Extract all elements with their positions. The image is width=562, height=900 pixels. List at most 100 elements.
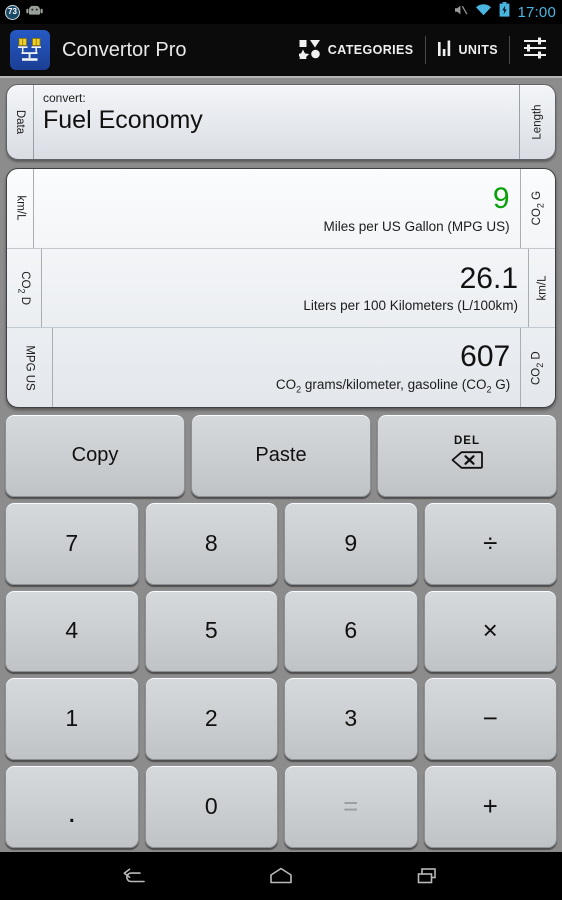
key-minus[interactable]: − [423,677,557,761]
page-title: Convertor Pro [62,38,187,61]
key-equals-label: = [343,791,359,822]
sliders-settings-icon [522,36,548,65]
copy-key[interactable]: Copy [5,414,185,497]
key-plus-label: + [482,791,498,822]
result-field[interactable]: 26.1 Liters per 100 Kilometers (L/100km) [40,248,529,328]
key-divide[interactable]: ÷ [423,501,557,585]
action-bar: Convertor Pro CATEGORIES UNITS [0,24,562,78]
key-minus-label: − [482,703,498,734]
keypad-row: Copy Paste DEL [5,414,557,497]
delete-key[interactable]: DEL [377,414,557,497]
result-row[interactable]: km/L 9 Miles per US Gallon (MPG US) CO2 … [7,169,555,249]
units-icon [437,40,452,61]
categories-label: CATEGORIES [327,43,414,57]
result-value: 607 [460,340,511,374]
key-3[interactable]: 3 [284,677,418,761]
key-1[interactable]: 1 [5,677,139,761]
status-bar-left-icons: 73 [5,3,43,21]
keypad-row: 4 5 6 × [5,589,557,673]
back-icon[interactable] [104,856,164,896]
recents-icon[interactable] [398,856,458,896]
backspace-icon [450,449,484,476]
copy-key-label: Copy [71,443,119,466]
settings-button[interactable] [510,36,562,65]
result-unit-label: Liters per 100 Kilometers (L/100km) [303,298,518,314]
result-left-tab-label-0: km/L [13,195,26,221]
convert-next-category-tab[interactable]: Length [520,85,555,159]
result-next-unit-tab[interactable]: km/L [529,249,555,328]
key-4[interactable]: 4 [5,589,139,673]
main-content: Data convert: Fuel Economy Length km/L 9… [0,78,562,852]
units-label: UNITS [458,43,498,57]
result-value: 9 [492,182,510,216]
key-divide-label: ÷ [483,527,498,558]
result-unit-label: CO2 grams/kilometer, gasoline (CO2 G) [275,376,511,395]
result-field[interactable]: 9 Miles per US Gallon (MPG US) [33,169,521,248]
key-9-label: 9 [344,529,358,556]
key-2[interactable]: 2 [144,677,278,761]
mute-icon [453,3,468,22]
result-prev-unit-tab[interactable]: MPG US [7,328,52,407]
result-right-tab-label-0: CO2 G [530,191,545,226]
convert-label: convert: [43,91,86,105]
key-6[interactable]: 6 [284,589,418,673]
units-button[interactable]: UNITS [426,31,510,69]
keypad: Copy Paste DEL 7 8 9 ÷ 4 5 6 × 1 2 3 −. 0 = + [0,408,562,852]
home-icon[interactable] [251,856,311,896]
conversion-results-panel: km/L 9 Miles per US Gallon (MPG US) CO2 … [6,168,556,408]
convert-selector[interactable]: convert: Fuel Economy [33,85,520,159]
key-7[interactable]: 7 [5,501,139,585]
wifi-icon [475,3,492,21]
result-unit-label: Miles per US Gallon (MPG US) [323,218,510,234]
key-decimal[interactable]: . [5,765,139,848]
device-screen: 73 17:00 Convertor Pro CATEGORIES UNITS … [0,0,562,900]
convert-panel[interactable]: Data convert: Fuel Economy Length [6,84,556,160]
key-8-label: 8 [204,529,218,556]
result-next-unit-tab[interactable]: CO2 G [521,169,555,248]
keypad-row: . 0 = + [5,765,557,848]
key-2-label: 2 [204,705,218,732]
key-plus[interactable]: + [423,765,557,848]
key-8[interactable]: 8 [144,501,278,585]
battery-charging-icon [499,2,510,22]
result-right-tab-label-2: CO2 D [530,350,546,385]
result-prev-unit-tab[interactable]: CO2 D [7,249,41,328]
key-multiply-label: × [482,615,498,646]
result-field[interactable]: 607 CO2 grams/kilometer, gasoline (CO2 G… [52,328,522,407]
result-right-tab-label-1: km/L [535,275,548,301]
result-row[interactable]: MPG US 607 CO2 grams/kilometer, gasoline… [7,328,555,407]
convertor-pro-app-icon [10,30,50,70]
paste-key-label: Paste [255,443,307,466]
categories-button[interactable]: CATEGORIES [288,31,425,69]
action-bar-actions: CATEGORIES UNITS [288,24,562,76]
key-0-label: 0 [204,793,218,820]
status-bar: 73 17:00 [0,0,562,24]
key-4-label: 4 [65,617,79,644]
key-9[interactable]: 9 [284,501,418,585]
key-5-label: 5 [204,617,218,644]
convert-category-value: Fuel Economy [43,106,203,134]
key-7-label: 7 [65,529,79,556]
key-5[interactable]: 5 [144,589,278,673]
result-left-tab-label-1: CO2 D [16,271,32,305]
keypad-row: 7 8 9 ÷ [5,501,557,585]
status-bar-right-icons: 17:00 [453,2,556,22]
paste-key[interactable]: Paste [191,414,371,497]
delete-key-label: DEL [454,434,480,447]
keypad-row: 1 2 3 − [5,677,557,761]
result-value: 26.1 [459,261,518,295]
key-0[interactable]: 0 [144,765,278,848]
result-next-unit-tab[interactable]: CO2 D [521,328,555,407]
key-multiply[interactable]: × [423,589,557,673]
alarm-badge-icon: 73 [5,4,20,20]
result-left-tab-label-2: MPG US [23,344,36,391]
key-6-label: 6 [344,617,358,644]
key-3-label: 3 [344,705,358,732]
android-robot-icon [26,3,43,21]
convert-prev-category-tab[interactable]: Data [7,85,33,159]
result-prev-unit-tab[interactable]: km/L [7,169,33,248]
status-bar-clock: 17:00 [517,3,556,21]
key-1-label: 1 [65,705,79,732]
result-row[interactable]: CO2 D 26.1 Liters per 100 Kilometers (L/… [7,248,555,329]
categories-icon [296,39,321,62]
